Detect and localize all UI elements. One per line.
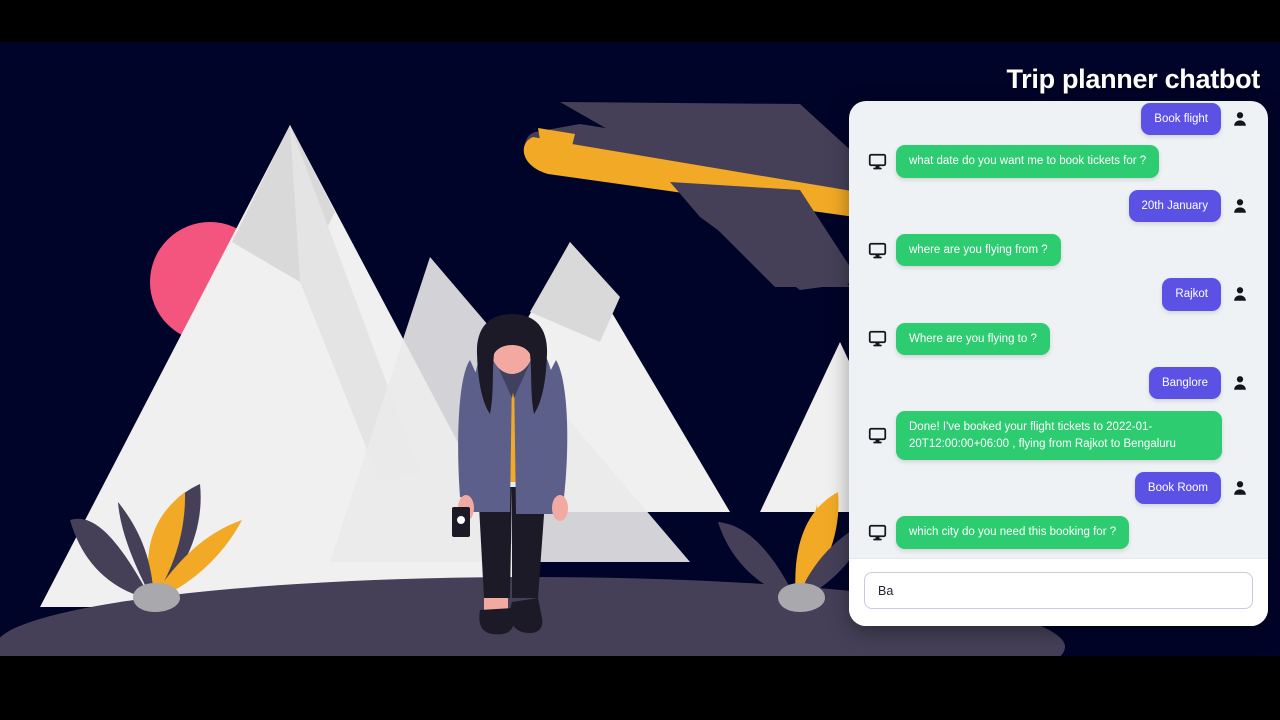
user-message-bubble: Rajkot: [1162, 278, 1221, 311]
monitor-icon: [867, 240, 887, 260]
monitor-icon: [867, 329, 887, 349]
bot-message-bubble: Where are you flying to ?: [896, 322, 1050, 355]
message-row: where are you flying from ?: [867, 233, 1250, 267]
message-row: Book Room: [867, 471, 1250, 505]
page-title: Trip planner chatbot: [1006, 64, 1260, 94]
message-row: what date do you want me to book tickets…: [867, 145, 1250, 178]
monitor-icon: [867, 426, 887, 446]
user-icon: [1230, 284, 1250, 304]
message-row: which city do you need this booking for …: [867, 516, 1250, 549]
composer: [849, 558, 1268, 626]
user-message-bubble: 20th January: [1128, 189, 1221, 222]
message-row: Book flight: [867, 103, 1250, 136]
user-icon: [1230, 373, 1250, 393]
rock-left: [133, 583, 180, 612]
message-row: Banglore: [867, 366, 1250, 400]
message-row: Where are you flying to ?: [867, 322, 1250, 355]
chat-panel: Book flight what date do you want me to …: [849, 101, 1268, 626]
user-icon: [1230, 478, 1250, 498]
message-row: Done! I've booked your flight tickets to…: [867, 411, 1250, 460]
message-row: Rajkot: [867, 278, 1250, 311]
message-row: 20th January: [867, 189, 1250, 222]
bot-message-bubble: which city do you need this booking for …: [896, 516, 1130, 549]
screen: Trip planner chatbot Book flight what da…: [0, 0, 1280, 720]
user-icon: [1230, 109, 1250, 129]
bot-message-bubble: Done! I've booked your flight tickets to…: [896, 411, 1222, 460]
user-message-bubble: Book flight: [1141, 103, 1221, 136]
user-icon: [1230, 196, 1250, 216]
monitor-icon: [867, 522, 887, 542]
monitor-icon: [867, 151, 887, 171]
bot-message-bubble: where are you flying from ?: [896, 233, 1061, 267]
chat-input[interactable]: [864, 572, 1253, 609]
phone-screen-dot: [457, 516, 465, 524]
bot-message-bubble: what date do you want me to book tickets…: [896, 145, 1160, 178]
message-list: Book flight what date do you want me to …: [849, 101, 1268, 558]
rock-right: [778, 583, 825, 612]
user-message-bubble: Banglore: [1148, 366, 1221, 400]
user-message-bubble: Book Room: [1134, 471, 1221, 505]
hand-right: [552, 495, 568, 521]
shoe-left: [479, 608, 514, 635]
